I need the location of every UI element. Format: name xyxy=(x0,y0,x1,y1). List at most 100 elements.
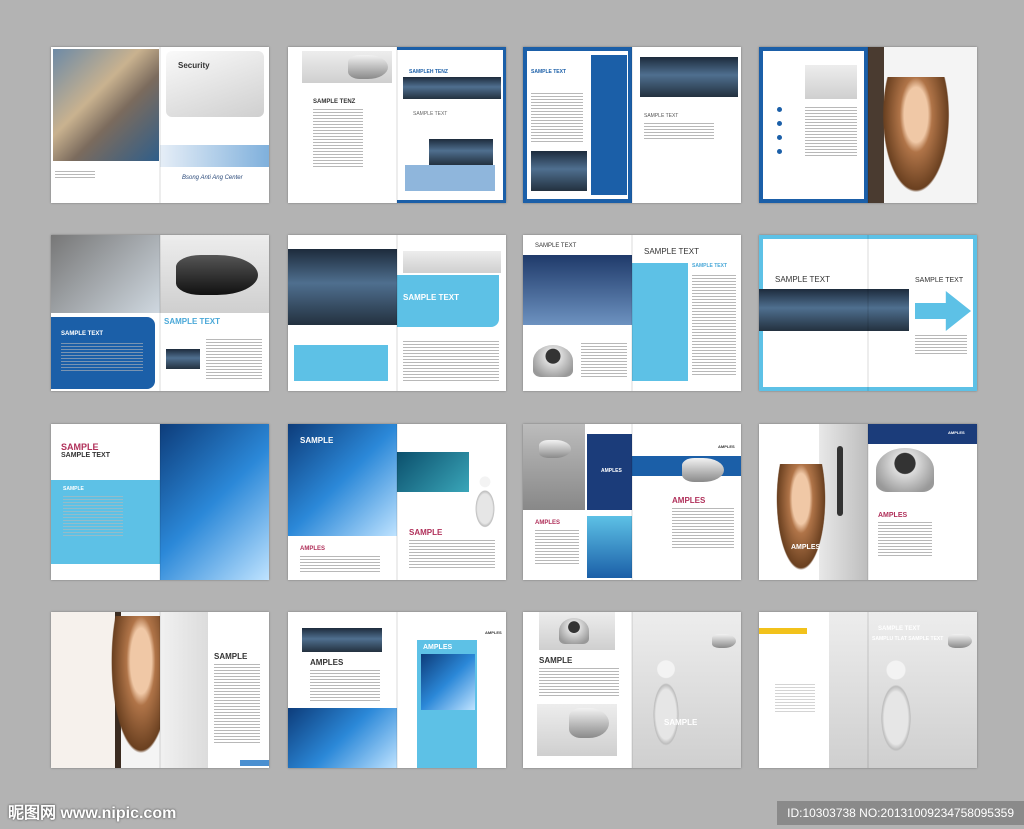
blue-box xyxy=(405,165,495,191)
dome-camera xyxy=(876,448,934,492)
heading-3: SAMPLE TEXT xyxy=(878,626,921,632)
girl-photo xyxy=(878,77,954,203)
body-text xyxy=(313,109,363,169)
heading-3: AMPLES xyxy=(878,512,908,519)
brochure-spread-2[interactable]: SAMPLE TENZ SAMPLEH TENZ SAMPLE TEXT xyxy=(288,47,506,203)
body-text xyxy=(692,275,736,375)
bullet-camera xyxy=(712,634,736,648)
girl-photo xyxy=(107,616,160,766)
body-text xyxy=(915,335,967,355)
brochure-spread-9[interactable]: SAMPLE SAMPLE TEXT SAMPLE xyxy=(51,424,269,580)
brochure-spread-5[interactable]: SAMPLE TEXT SAMPLE TEXT xyxy=(51,235,269,391)
bullet-dot xyxy=(777,135,782,140)
heading: SAMPLE xyxy=(539,656,573,665)
tech-photo xyxy=(421,654,475,710)
bullet-dot xyxy=(777,121,782,126)
dome-photo xyxy=(429,139,493,165)
body-text xyxy=(61,343,143,373)
brand-name: Bsong Anti Ang Center xyxy=(182,175,243,181)
bullet-camera xyxy=(539,440,571,458)
heading: AMPLES xyxy=(310,658,344,667)
heading: SAMPLE TEXT xyxy=(531,69,567,75)
cam-photo xyxy=(531,151,587,191)
body-text xyxy=(775,684,815,714)
bullet-camera xyxy=(348,55,388,79)
3d-man-figure xyxy=(868,656,924,756)
door-handle xyxy=(837,446,843,516)
hand-photo xyxy=(51,235,160,313)
brochure-spread-16[interactable]: SAMPLE TEXT SAMPLU TLAT SAMPLE TEXT SAMP… xyxy=(759,612,977,768)
image-id-label: ID:10303738 NO:20131009234758095359 xyxy=(777,801,1024,825)
cam-photo xyxy=(587,516,632,578)
blue-band xyxy=(240,760,269,766)
body-text xyxy=(539,668,619,698)
brochure-spread-11[interactable]: AMPLES AMPLES AMPLES AMPLES xyxy=(523,424,741,580)
girl-photo xyxy=(773,464,829,580)
body-text xyxy=(403,341,499,381)
tech-photo xyxy=(288,708,397,768)
shop-photo xyxy=(53,49,159,161)
blue-box xyxy=(294,345,388,381)
quote-bar xyxy=(591,55,627,195)
brochure-spread-10[interactable]: SAMPLE AMPLES SAMPLE xyxy=(288,424,506,580)
brochure-spread-7[interactable]: SAMPLE TEXT SAMPLE TEXT SAMPLE TEXT xyxy=(523,235,741,391)
screens-photo xyxy=(302,628,382,652)
heading: SAMPLE TEXT xyxy=(61,331,104,337)
blue-box xyxy=(632,263,688,381)
heading-2: SAMPLE TEXT xyxy=(164,317,221,326)
heading-2: AMPLES xyxy=(485,630,502,635)
small-photo xyxy=(166,349,200,369)
heading-2: SAMPLE TEXT xyxy=(644,113,679,119)
camera-photo xyxy=(523,424,585,510)
heading-3: SAMPLE xyxy=(409,528,443,537)
brochure-spread-13[interactable]: SAMPLE xyxy=(51,612,269,768)
heading-2: SAMPLEH TENZ xyxy=(409,69,448,75)
body-text xyxy=(63,496,123,536)
bullet-dot xyxy=(777,107,782,112)
heading-3: SAMPLE xyxy=(63,486,84,492)
bullet-camera xyxy=(682,458,724,482)
bullet-dot xyxy=(777,149,782,154)
operator-photo xyxy=(523,255,632,325)
heading-2: AMPLES xyxy=(535,520,561,526)
heading-2: AMPLES xyxy=(300,546,326,552)
brochure-spread-8[interactable]: SAMPLE TEXT SAMPLE TEXT xyxy=(759,235,977,391)
body-text xyxy=(310,670,380,702)
body-text-2 xyxy=(644,123,714,141)
body-text xyxy=(300,556,380,572)
heading: SAMPLE xyxy=(61,442,99,452)
heading-3: AMPLES xyxy=(718,444,735,449)
heading-4: AMPLES xyxy=(672,496,706,505)
brochure-spread-6[interactable]: SAMPLE TEXT xyxy=(288,235,506,391)
brochure-spread-15[interactable]: SAMPLE SAMPLE xyxy=(523,612,741,768)
heading-2: AMPLES xyxy=(948,430,965,435)
grey-bg: SAMPLE xyxy=(632,612,741,768)
heading: SAMPLE TEXT xyxy=(775,674,804,679)
teal-photo xyxy=(397,452,469,492)
body-text xyxy=(55,171,95,180)
site-watermark-logo: 昵图网 www.nipic.com xyxy=(8,805,177,822)
body-text xyxy=(206,339,262,379)
brochure-spread-1[interactable]: Security Bsong Anti Ang Center xyxy=(51,47,269,203)
office-photo xyxy=(640,57,738,97)
cam-photo xyxy=(805,65,857,99)
dome-camera xyxy=(533,345,573,377)
side-panel xyxy=(160,612,208,768)
keypad-photo xyxy=(403,77,501,99)
brochure-spread-12[interactable]: AMPLES AMPLES AMPLES xyxy=(759,424,977,580)
body-text xyxy=(214,664,260,744)
heading: SAMPLE xyxy=(214,652,248,661)
body-text xyxy=(672,508,734,548)
heading-3: SAMPLE TEXT xyxy=(413,111,448,117)
heading-2: SAMPLU TLAT SAMPLE TEXT xyxy=(872,636,944,642)
brochure-spread-3[interactable]: SAMPLE TEXT SAMPLE TEXT xyxy=(523,47,741,203)
heading-2: SAMPLE TEXT xyxy=(915,277,964,284)
heading-3: SAMPLE TEXT xyxy=(692,263,728,269)
3d-man-figure xyxy=(642,656,690,750)
bullet-camera xyxy=(569,708,609,738)
brochure-spread-14[interactable]: AMPLES AMPLES AMPLES xyxy=(288,612,506,768)
brochure-spread-4[interactable] xyxy=(759,47,977,203)
grey-panel xyxy=(829,612,868,768)
heading-2: SAMPLE TEXT xyxy=(644,247,699,256)
yellow-tab xyxy=(759,628,807,634)
